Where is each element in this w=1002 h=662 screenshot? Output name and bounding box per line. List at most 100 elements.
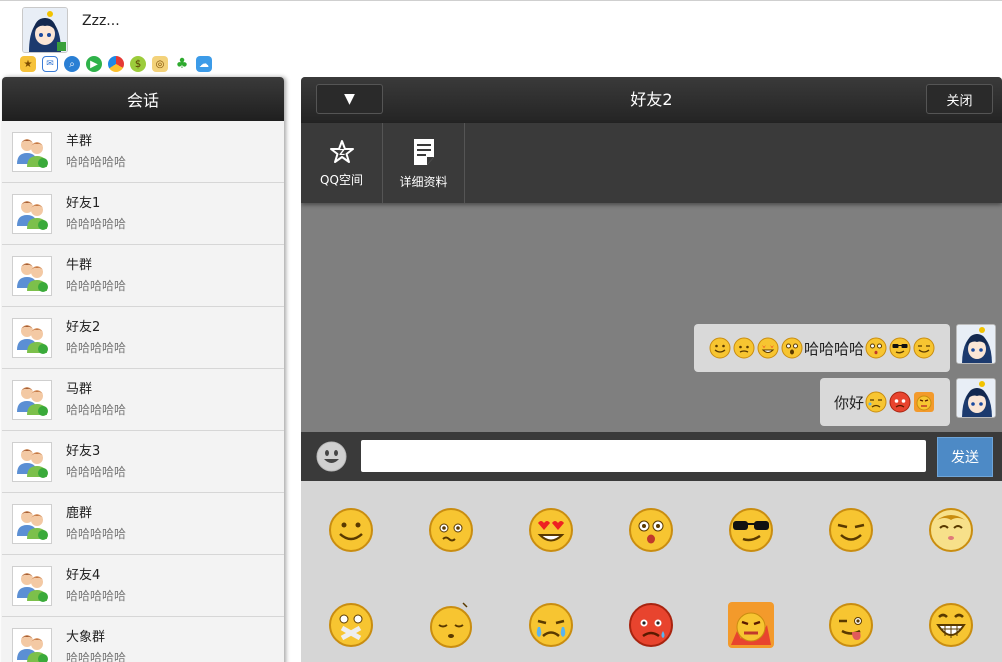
session-item[interactable]: 好友3 哈哈哈哈哈 bbox=[2, 431, 284, 493]
session-item[interactable]: 大象群 哈哈哈哈哈 bbox=[2, 617, 284, 662]
session-text: 大象群 哈哈哈哈哈 bbox=[66, 629, 126, 662]
session-text: 鹿群 哈哈哈哈哈 bbox=[66, 505, 126, 543]
game-icon[interactable]: ◎ bbox=[152, 56, 168, 72]
session-item[interactable]: 马群 哈哈哈哈哈 bbox=[2, 369, 284, 431]
mouth-taped-emoji-icon[interactable] bbox=[327, 601, 375, 649]
message-bubble: 你好 bbox=[819, 378, 950, 426]
send-button[interactable]: 发送 bbox=[937, 437, 993, 477]
chat-header: ▼ 好友2 关闭 bbox=[301, 77, 1002, 123]
session-item[interactable]: 好友2 哈哈哈哈哈 bbox=[2, 307, 284, 369]
session-name: 好友3 bbox=[66, 443, 101, 459]
session-last-message: 哈哈哈哈哈 bbox=[66, 154, 127, 169]
group-users-icon bbox=[12, 317, 52, 358]
group-users-icon bbox=[12, 255, 52, 296]
group-users-icon bbox=[12, 379, 52, 420]
session-text: 羊群 哈哈哈哈哈 bbox=[66, 133, 126, 171]
grin-emoji-icon[interactable] bbox=[927, 601, 975, 649]
session-name: 鹿群 bbox=[66, 505, 93, 521]
smile-emoji-icon bbox=[709, 337, 731, 359]
group-users-icon bbox=[12, 565, 52, 606]
smiley-icon bbox=[316, 441, 347, 472]
chat-title: 好友2 bbox=[630, 90, 673, 109]
search-icon[interactable]: ⌕ bbox=[64, 56, 80, 72]
session-item[interactable]: 羊群 哈哈哈哈哈 bbox=[2, 121, 284, 183]
tongue-out-emoji-icon[interactable] bbox=[827, 601, 875, 649]
mail-icon[interactable]: ✉ bbox=[42, 56, 58, 72]
user-nickname: Zzz... bbox=[82, 13, 120, 29]
message-input-bar: 发送 bbox=[301, 432, 1002, 481]
session-last-message: 哈哈哈哈哈 bbox=[66, 464, 127, 479]
user-avatar[interactable] bbox=[22, 7, 68, 53]
session-panel-title: 会话 bbox=[2, 77, 284, 121]
profile-details-button[interactable]: 详细资料 bbox=[383, 123, 465, 203]
message-text: 你好 bbox=[833, 393, 864, 412]
chat-window: ▼ 好友2 关闭 Z QQ空间 详细资料 哈哈哈哈 你好 发送 bbox=[301, 77, 1002, 481]
session-item[interactable]: 牛群 哈哈哈哈哈 bbox=[2, 245, 284, 307]
shy-emoji-icon[interactable] bbox=[927, 506, 975, 554]
message-input[interactable] bbox=[361, 440, 926, 472]
smile-emoji-icon[interactable] bbox=[327, 506, 375, 554]
furious-emoji-icon[interactable] bbox=[727, 601, 775, 649]
app-icon-bar: ★ ✉ ⌕ ▶ $ ◎ ♣ ☁ bbox=[20, 56, 212, 72]
chat-message: 你好 bbox=[819, 378, 996, 426]
message-avatar[interactable] bbox=[956, 324, 996, 364]
angry-emoji-icon bbox=[889, 391, 911, 413]
session-name: 好友2 bbox=[66, 319, 101, 335]
smirk-emoji-icon bbox=[913, 337, 935, 359]
profile bbox=[22, 7, 68, 53]
clover-icon[interactable]: ♣ bbox=[174, 56, 190, 72]
tool-label: 详细资料 bbox=[399, 174, 448, 189]
heart-eyes-emoji-icon bbox=[757, 337, 779, 359]
smirk-emoji-icon[interactable] bbox=[827, 506, 875, 554]
worried-emoji-icon bbox=[733, 337, 755, 359]
session-name: 羊群 bbox=[66, 133, 93, 149]
emoji-toggle-button[interactable] bbox=[316, 441, 347, 472]
surprised-emoji-icon bbox=[781, 337, 803, 359]
worried-emoji-icon[interactable] bbox=[427, 506, 475, 554]
sunglasses-emoji-icon bbox=[889, 337, 911, 359]
heart-eyes-emoji-icon[interactable] bbox=[527, 506, 575, 554]
session-text: 好友2 哈哈哈哈哈 bbox=[66, 319, 126, 357]
session-name: 马群 bbox=[66, 381, 93, 397]
session-name: 牛群 bbox=[66, 257, 93, 273]
document-icon bbox=[413, 138, 434, 165]
qzone-star-icon: Z bbox=[329, 139, 354, 163]
message-avatar[interactable] bbox=[956, 378, 996, 418]
group-users-icon bbox=[12, 441, 52, 482]
session-last-message: 哈哈哈哈哈 bbox=[66, 588, 127, 603]
message-bubble: 哈哈哈哈 bbox=[693, 324, 950, 372]
session-name: 大象群 bbox=[66, 629, 106, 645]
session-text: 马群 哈哈哈哈哈 bbox=[66, 381, 126, 419]
cloud-icon[interactable]: ☁ bbox=[196, 56, 212, 72]
session-last-message: 哈哈哈哈哈 bbox=[66, 340, 127, 355]
video-icon[interactable]: ▶ bbox=[86, 56, 102, 72]
session-text: 好友4 哈哈哈哈哈 bbox=[66, 567, 126, 605]
money-bag-icon[interactable]: $ bbox=[130, 56, 146, 72]
session-item[interactable]: 鹿群 哈哈哈哈哈 bbox=[2, 493, 284, 555]
session-item[interactable]: 好友4 哈哈哈哈哈 bbox=[2, 555, 284, 617]
furious-emoji-icon bbox=[913, 391, 935, 413]
close-button[interactable]: 关闭 bbox=[926, 84, 993, 114]
browser-icon[interactable] bbox=[108, 56, 124, 72]
session-item[interactable]: 好友1 哈哈哈哈哈 bbox=[2, 183, 284, 245]
session-text: 好友3 哈哈哈哈哈 bbox=[66, 443, 126, 481]
tool-label: QQ空间 bbox=[320, 172, 363, 187]
session-last-message: 哈哈哈哈哈 bbox=[66, 402, 127, 417]
qzone-star-icon[interactable]: ★ bbox=[20, 56, 36, 72]
chat-toolbar: Z QQ空间 详细资料 bbox=[301, 123, 1002, 203]
crying-emoji-icon bbox=[865, 391, 887, 413]
session-last-message: 哈哈哈哈哈 bbox=[66, 650, 127, 662]
crying-emoji-icon[interactable] bbox=[527, 601, 575, 649]
session-last-message: 哈哈哈哈哈 bbox=[66, 216, 127, 231]
shocked-emoji-icon[interactable] bbox=[627, 506, 675, 554]
session-last-message: 哈哈哈哈哈 bbox=[66, 278, 127, 293]
chat-message: 哈哈哈哈 bbox=[693, 324, 996, 372]
sunglasses-emoji-icon[interactable] bbox=[727, 506, 775, 554]
angry-emoji-icon[interactable] bbox=[627, 601, 675, 649]
emoji-picker bbox=[301, 481, 1002, 662]
qq-space-button[interactable]: Z QQ空间 bbox=[301, 123, 383, 203]
session-text: 牛群 哈哈哈哈哈 bbox=[66, 257, 126, 295]
sleepy-emoji-icon[interactable] bbox=[427, 601, 475, 649]
group-users-icon bbox=[12, 627, 52, 662]
session-name: 好友4 bbox=[66, 567, 101, 583]
